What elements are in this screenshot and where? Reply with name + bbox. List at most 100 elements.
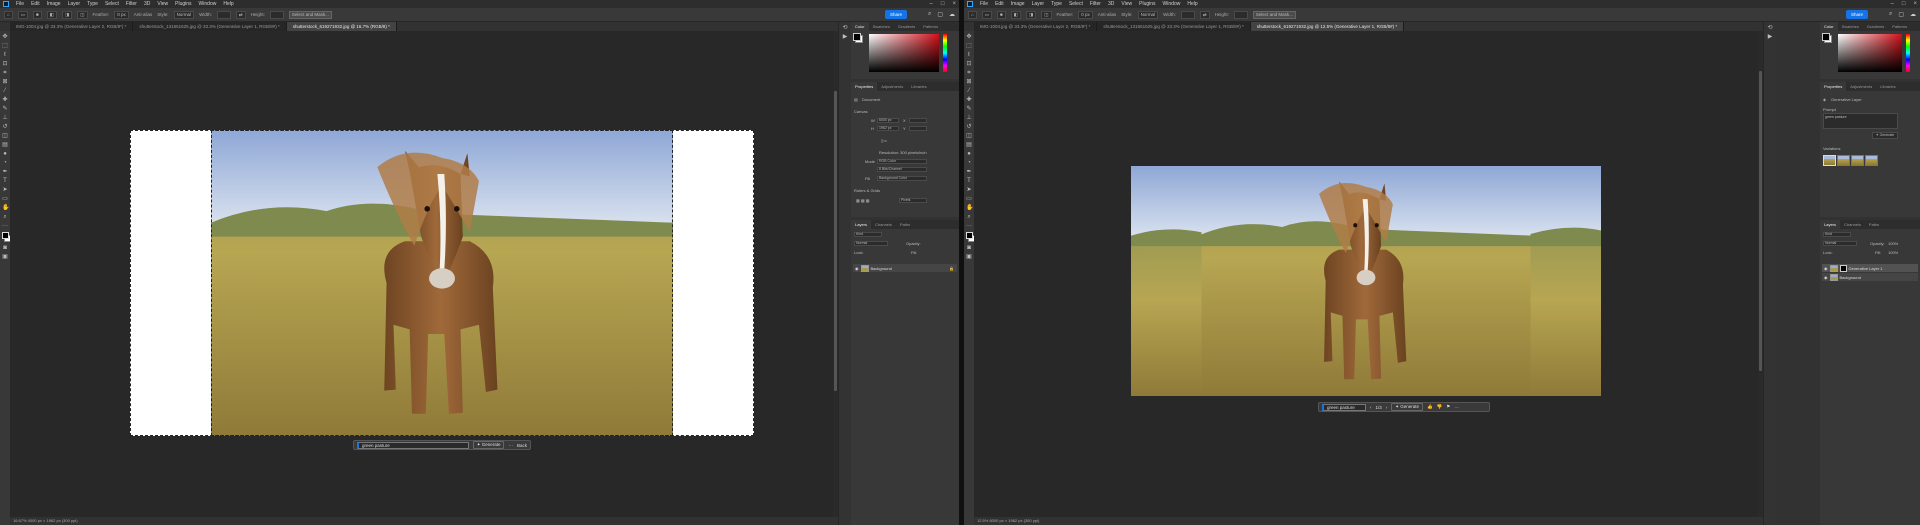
prev-variation-icon[interactable]: ‹ <box>1370 405 1372 410</box>
gradient-tool-icon[interactable]: ▤ <box>966 142 972 148</box>
menu-type[interactable]: Type <box>87 1 98 7</box>
type-tool-icon[interactable]: T <box>2 178 8 184</box>
zoom-tool-icon[interactable]: ⌕ <box>2 214 8 220</box>
tab-swatches[interactable]: Swatches <box>1838 22 1863 31</box>
dodge-tool-icon[interactable]: ◔ <box>966 160 972 166</box>
eyedropper-tool-icon[interactable]: ⁄ <box>966 88 972 94</box>
tab-properties[interactable]: Properties <box>1820 82 1847 91</box>
ruler-grid-icons[interactable]: ▦ ▦ ▦ <box>856 198 870 203</box>
fill-value[interactable]: 100% <box>1888 250 1898 255</box>
intersect-selection-icon[interactable]: ◫ <box>1041 10 1052 19</box>
search-icon[interactable]: ⌕ <box>1889 11 1892 18</box>
history-brush-icon[interactable]: ↺ <box>966 124 972 130</box>
search-icon[interactable]: ⌕ <box>928 11 931 18</box>
shape-tool-icon[interactable]: ▭ <box>2 196 8 202</box>
share-button[interactable]: Share <box>1846 10 1868 19</box>
tab-patterns[interactable]: Patterns <box>1888 22 1911 31</box>
stamp-tool-icon[interactable]: ⊥ <box>966 115 972 121</box>
variation-thumbnail-1[interactable] <box>1823 155 1836 166</box>
screen-mode-icon[interactable]: ▣ <box>966 254 972 260</box>
menu-image[interactable]: Image <box>1011 1 1025 7</box>
menu-help[interactable]: Help <box>223 1 233 7</box>
menu-edit[interactable]: Edit <box>31 1 40 7</box>
height-input[interactable] <box>1233 10 1248 19</box>
screen-mode-icon[interactable]: ▣ <box>2 254 8 260</box>
width-input[interactable] <box>216 10 231 19</box>
menu-window[interactable]: Window <box>199 1 217 7</box>
tab-paths[interactable]: Paths <box>896 220 914 229</box>
new-selection-icon[interactable]: ■ <box>32 10 42 19</box>
crop-tool-icon[interactable]: ⌗ <box>966 70 972 76</box>
pen-tool-icon[interactable]: ✒ <box>2 169 8 175</box>
menu-view[interactable]: View <box>157 1 168 7</box>
fill-select[interactable]: Background Color <box>877 176 927 181</box>
panel-fg-swatch[interactable] <box>1822 33 1830 41</box>
minimize-icon[interactable]: – <box>930 1 933 7</box>
move-tool-icon[interactable]: ✥ <box>966 34 972 40</box>
layer-row-background[interactable]: ◉ Background 🔒 <box>853 264 957 272</box>
menu-view[interactable]: View <box>1121 1 1132 7</box>
layer-filter-select[interactable]: Kind <box>854 232 882 237</box>
swap-icon[interactable]: ⇄ <box>1199 10 1210 19</box>
path-select-tool-icon[interactable]: ➤ <box>966 187 972 193</box>
tab-shutterstock-619271932[interactable]: shutterstock_619271932.jpg @ 12.5% (Gene… <box>1250 22 1405 31</box>
menu-file[interactable]: File <box>16 1 24 7</box>
stamp-tool-icon[interactable]: ⊥ <box>2 115 8 121</box>
cloud-icon[interactable]: ☁ <box>1910 11 1916 18</box>
variation-thumbnail-4[interactable] <box>1865 155 1878 166</box>
height-input[interactable] <box>269 10 284 19</box>
cloud-icon[interactable]: ☁ <box>949 11 955 18</box>
prompt-textarea[interactable]: green pasture <box>1823 113 1898 129</box>
style-select[interactable]: Normal <box>1137 10 1159 19</box>
menu-window[interactable]: Window <box>1163 1 1181 7</box>
hue-slider[interactable] <box>1906 34 1910 72</box>
path-select-tool-icon[interactable]: ➤ <box>2 187 8 193</box>
tab-shutterstock-131651625[interactable]: shutterstock_131651625.jpg @ 33.3% (Gene… <box>133 22 287 31</box>
canvas-width-input[interactable]: 6000 px <box>877 118 899 123</box>
blur-tool-icon[interactable]: ● <box>2 151 8 157</box>
visibility-eye-icon[interactable]: ◉ <box>855 266 859 271</box>
generative-prompt-input[interactable]: green pasture <box>1322 403 1366 411</box>
history-panel-icon[interactable]: ⟲ <box>842 25 848 31</box>
workspace-icon[interactable]: ▢ <box>937 11 943 18</box>
intersect-selection-icon[interactable]: ◫ <box>77 10 88 19</box>
hand-tool-icon[interactable]: ✋ <box>2 205 9 211</box>
object-select-tool-icon[interactable]: ⊡ <box>2 61 8 67</box>
scrollbar-thumb[interactable] <box>834 91 837 391</box>
menu-layer[interactable]: Layer <box>1032 1 1045 7</box>
next-variation-icon[interactable]: › <box>1386 405 1388 410</box>
generative-prompt-input[interactable]: green pasture <box>357 441 469 449</box>
select-and-mask-button[interactable]: Select and Mask... <box>1252 10 1296 19</box>
brush-tool-icon[interactable]: ✎ <box>2 106 8 112</box>
select-and-mask-button[interactable]: Select and Mask... <box>288 10 332 19</box>
flag-icon[interactable]: ⚑ <box>1446 404 1450 410</box>
menu-filter[interactable]: Filter <box>126 1 137 7</box>
tab-libraries[interactable]: Libraries <box>907 82 930 91</box>
blend-mode-select[interactable]: Normal <box>1823 241 1857 246</box>
layer-row-generative[interactable]: ◉ Generative Layer 1 <box>1822 264 1918 272</box>
subtract-selection-icon[interactable]: ◨ <box>61 10 73 19</box>
new-selection-icon[interactable]: ■ <box>996 10 1006 19</box>
history-panel-icon[interactable]: ⟲ <box>1767 25 1773 31</box>
tab-properties[interactable]: Properties <box>851 82 878 91</box>
tab-img-1004[interactable]: IMG-1004.jpg @ 33.3% (Generative Layer 2… <box>10 22 134 31</box>
blend-mode-select[interactable]: Normal <box>854 241 888 246</box>
eraser-tool-icon[interactable]: ◫ <box>966 133 972 139</box>
back-button[interactable]: Back <box>517 443 527 448</box>
tab-adjustments[interactable]: Adjustments <box>1846 82 1876 91</box>
layer-filter-select[interactable]: Kind <box>1823 232 1851 237</box>
close-icon[interactable]: × <box>952 1 956 7</box>
shape-tool-icon[interactable]: ▭ <box>966 196 972 202</box>
foreground-color-swatch[interactable] <box>2 232 9 239</box>
add-selection-icon[interactable]: ◧ <box>46 10 57 19</box>
document-canvas-area[interactable]: green pasture ✦ Generate ··· Back <box>10 31 833 517</box>
menu-help[interactable]: Help <box>1187 1 1197 7</box>
tab-channels[interactable]: Channels <box>871 220 896 229</box>
bit-depth-select[interactable]: 8 Bits/Channel <box>877 167 927 172</box>
thumbs-up-icon[interactable]: 👍 <box>1427 404 1433 410</box>
dodge-tool-icon[interactable]: ◔ <box>2 160 8 166</box>
actions-panel-icon[interactable]: ▶ <box>842 34 848 40</box>
feather-input[interactable]: 0 px <box>114 10 129 19</box>
type-tool-icon[interactable]: T <box>966 178 972 184</box>
swap-icon[interactable]: ⇄ <box>235 10 246 19</box>
